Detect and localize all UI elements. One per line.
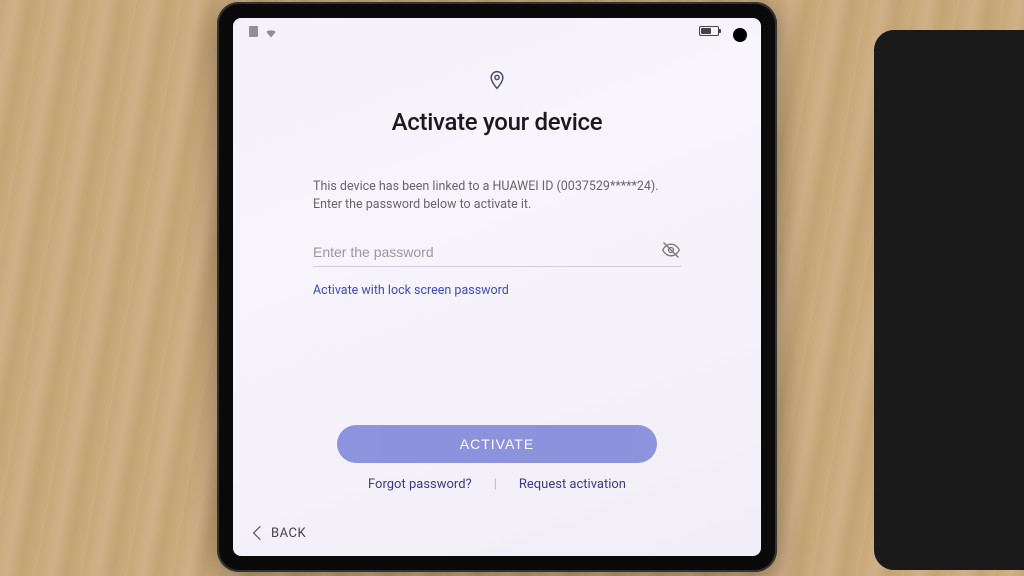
screen: Activate your device This device has bee… xyxy=(233,18,761,556)
battery-icon xyxy=(699,26,719,36)
forgot-password-link[interactable]: Forgot password? xyxy=(368,477,472,492)
instruction-text: This device has been linked to a HUAWEI … xyxy=(313,178,681,214)
activation-content: Activate your device This device has bee… xyxy=(233,44,761,510)
password-row xyxy=(313,238,681,267)
camera-hole xyxy=(733,28,747,42)
divider-pipe: | xyxy=(494,477,497,492)
password-input[interactable] xyxy=(313,238,681,267)
status-bar xyxy=(233,18,761,44)
page-title: Activate your device xyxy=(392,108,603,136)
location-pin-icon xyxy=(487,70,507,90)
sim-icon xyxy=(249,26,258,37)
status-left xyxy=(249,26,278,37)
instruction-line-2: Enter the password below to activate it. xyxy=(313,197,531,212)
phone-case-prop xyxy=(874,30,1024,570)
link-row: Forgot password? | Request activation xyxy=(368,477,626,492)
chevron-left-icon xyxy=(253,526,267,540)
eye-off-icon[interactable] xyxy=(661,240,681,260)
activate-with-lockscreen-link[interactable]: Activate with lock screen password xyxy=(313,283,681,298)
instruction-line-1: This device has been linked to a HUAWEI … xyxy=(313,179,659,194)
status-right xyxy=(699,26,719,36)
back-label: BACK xyxy=(271,526,306,541)
wifi-icon xyxy=(264,26,278,36)
bottom-bar: BACK xyxy=(233,510,761,556)
tablet-device-frame: Activate your device This device has bee… xyxy=(217,2,777,572)
request-activation-link[interactable]: Request activation xyxy=(519,477,626,492)
battery-fill xyxy=(701,28,711,34)
location-icon-wrap xyxy=(487,70,507,94)
back-button[interactable]: BACK xyxy=(255,526,306,541)
activate-button[interactable]: ACTIVATE xyxy=(337,425,657,463)
